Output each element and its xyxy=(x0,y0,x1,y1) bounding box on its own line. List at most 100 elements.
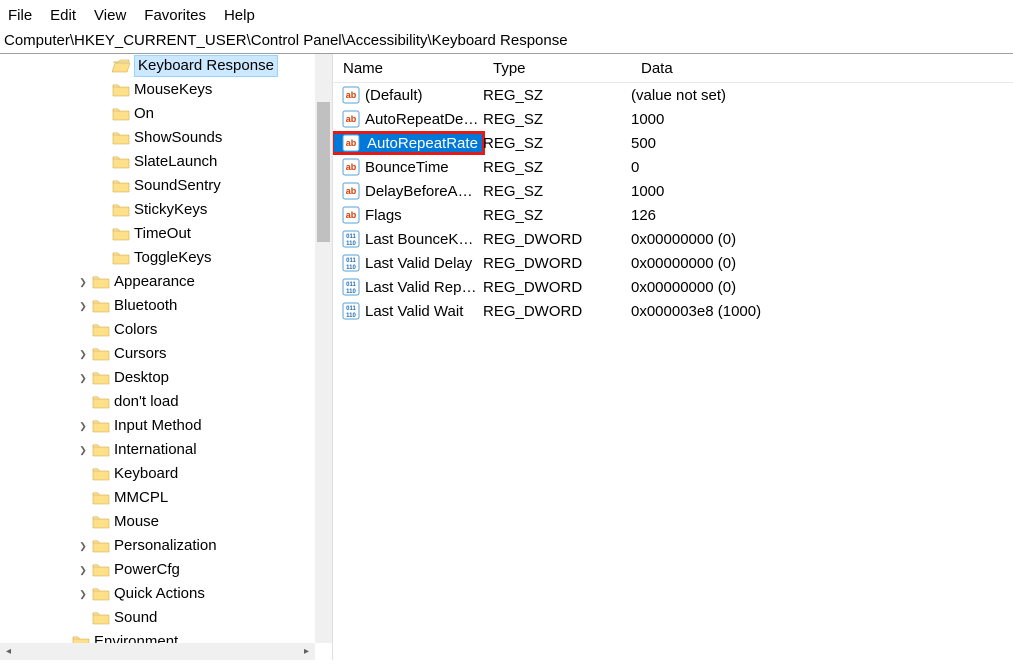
vertical-scrollbar[interactable] xyxy=(315,54,332,643)
tree-item-label: Appearance xyxy=(114,272,199,292)
cell-name: 011110Last Valid Repeat xyxy=(333,277,483,297)
folder-icon xyxy=(92,275,110,289)
cell-name: abFlags xyxy=(333,205,483,225)
expand-icon[interactable]: ❯ xyxy=(76,277,90,288)
expand-icon[interactable]: ❯ xyxy=(76,301,90,312)
scrollbar-thumb[interactable] xyxy=(317,102,330,242)
expand-icon[interactable]: ❯ xyxy=(76,373,90,384)
folder-icon xyxy=(112,83,130,97)
tree-item[interactable]: TimeOut xyxy=(0,222,332,246)
tree-item[interactable]: ShowSounds xyxy=(0,126,332,150)
list-row[interactable]: abAutoRepeatDelayREG_SZ1000 xyxy=(333,107,1013,131)
string-value-icon: ab xyxy=(341,205,361,225)
scroll-right-arrow[interactable]: ▸ xyxy=(298,643,315,660)
svg-text:011: 011 xyxy=(346,306,356,312)
column-name[interactable]: Name xyxy=(333,54,493,82)
tree-item[interactable]: Sound xyxy=(0,606,332,630)
tree-item-label: Input Method xyxy=(114,416,206,436)
tree-item[interactable]: MouseKeys xyxy=(0,78,332,102)
tree-item[interactable]: Keyboard Response xyxy=(0,54,332,78)
tree-item[interactable]: ❯ Cursors xyxy=(0,342,332,366)
value-name: Last Valid Repeat xyxy=(365,279,483,296)
folder-icon xyxy=(112,227,130,241)
expand-icon[interactable]: ❯ xyxy=(76,541,90,552)
tree-item-label: Desktop xyxy=(114,368,173,388)
tree-item-label: StickyKeys xyxy=(134,200,211,220)
folder-icon xyxy=(92,347,110,361)
menu-view[interactable]: View xyxy=(94,7,126,24)
tree-item[interactable]: ToggleKeys xyxy=(0,246,332,270)
folder-icon xyxy=(92,419,110,433)
tree-item[interactable]: ❯ Input Method xyxy=(0,414,332,438)
list-row[interactable]: 011110Last Valid WaitREG_DWORD0x000003e8… xyxy=(333,299,1013,323)
cell-name: 011110Last Valid Wait xyxy=(333,301,483,321)
cell-name: abAutoRepeatRate xyxy=(333,133,483,153)
folder-icon xyxy=(92,299,110,313)
tree-item[interactable]: On xyxy=(0,102,332,126)
svg-text:011: 011 xyxy=(346,234,356,240)
expand-icon[interactable]: ❯ xyxy=(76,589,90,600)
tree-item[interactable]: SlateLaunch xyxy=(0,150,332,174)
list-row[interactable]: ab(Default)REG_SZ(value not set) xyxy=(333,83,1013,107)
menu-favorites[interactable]: Favorites xyxy=(144,7,206,24)
tree-item-label: TimeOut xyxy=(134,224,195,244)
list-row[interactable]: abFlagsREG_SZ126 xyxy=(333,203,1013,227)
list-body[interactable]: ab(Default)REG_SZ(value not set)abAutoRe… xyxy=(333,83,1013,323)
list-row[interactable]: 011110Last Valid DelayREG_DWORD0x0000000… xyxy=(333,251,1013,275)
tree-item[interactable]: ❯ Desktop xyxy=(0,366,332,390)
menu-help[interactable]: Help xyxy=(224,7,255,24)
scroll-left-arrow[interactable]: ◂ xyxy=(0,643,17,660)
column-data[interactable]: Data xyxy=(641,54,1013,82)
tree-item[interactable]: Colors xyxy=(0,318,332,342)
tree-item[interactable]: MMCPL xyxy=(0,486,332,510)
tree-item[interactable]: Mouse xyxy=(0,510,332,534)
svg-text:ab: ab xyxy=(346,138,357,148)
tree-item[interactable]: ❯Quick Actions xyxy=(0,582,332,606)
string-value-icon: ab xyxy=(341,133,361,153)
menu-edit[interactable]: Edit xyxy=(50,7,76,24)
list-row[interactable]: abAutoRepeatRateREG_SZ500 xyxy=(333,131,1013,155)
tree-item[interactable]: ❯Bluetooth xyxy=(0,294,332,318)
tree-item[interactable]: don't load xyxy=(0,390,332,414)
svg-text:110: 110 xyxy=(346,241,356,247)
value-data: 0x000003e8 (1000) xyxy=(631,303,1013,320)
expand-icon[interactable]: ❯ xyxy=(76,349,90,360)
expand-icon[interactable]: ❯ xyxy=(76,565,90,576)
tree-item[interactable]: ❯Personalization xyxy=(0,534,332,558)
svg-text:011: 011 xyxy=(346,282,356,288)
string-value-icon: ab xyxy=(341,157,361,177)
list-row[interactable]: 011110Last Valid RepeatREG_DWORD0x000000… xyxy=(333,275,1013,299)
tree-item-label: SlateLaunch xyxy=(134,152,221,172)
value-name: BounceTime xyxy=(365,159,483,176)
value-type: REG_SZ xyxy=(483,159,631,176)
value-type: REG_DWORD xyxy=(483,255,631,272)
tree-item[interactable]: Keyboard xyxy=(0,462,332,486)
expand-icon[interactable]: ❯ xyxy=(76,445,90,456)
tree-item[interactable]: SoundSentry xyxy=(0,174,332,198)
value-data: 0x00000000 (0) xyxy=(631,255,1013,272)
column-type[interactable]: Type xyxy=(493,54,641,82)
value-data: 1000 xyxy=(631,111,1013,128)
tree-item[interactable]: ❯International xyxy=(0,438,332,462)
folder-icon xyxy=(92,467,110,481)
folder-icon xyxy=(112,251,130,265)
list-header[interactable]: Name Type Data xyxy=(333,54,1013,83)
tree-item[interactable]: ❯PowerCfg xyxy=(0,558,332,582)
address-bar[interactable]: Computer\HKEY_CURRENT_USER\Control Panel… xyxy=(0,30,1013,54)
tree-item[interactable]: ❯ Appearance xyxy=(0,270,332,294)
value-name: Last Valid Delay xyxy=(365,255,483,272)
menu-file[interactable]: File xyxy=(8,7,32,24)
horizontal-scrollbar[interactable]: ◂ ▸ xyxy=(0,643,315,660)
list-row[interactable]: 011110Last BounceKey ...REG_DWORD0x00000… xyxy=(333,227,1013,251)
expand-icon[interactable]: ❯ xyxy=(76,421,90,432)
list-row[interactable]: abBounceTimeREG_SZ0 xyxy=(333,155,1013,179)
tree-item-label: Cursors xyxy=(114,344,171,364)
value-type: REG_SZ xyxy=(483,87,631,104)
tree[interactable]: Keyboard ResponseMouseKeysOnShowSoundsSl… xyxy=(0,54,332,660)
value-data: 500 xyxy=(631,135,1013,152)
cell-name: 011110Last Valid Delay xyxy=(333,253,483,273)
value-data: (value not set) xyxy=(631,87,1013,104)
tree-item[interactable]: StickyKeys xyxy=(0,198,332,222)
list-row[interactable]: abDelayBeforeAcc...REG_SZ1000 xyxy=(333,179,1013,203)
value-name: Last Valid Wait xyxy=(365,303,483,320)
